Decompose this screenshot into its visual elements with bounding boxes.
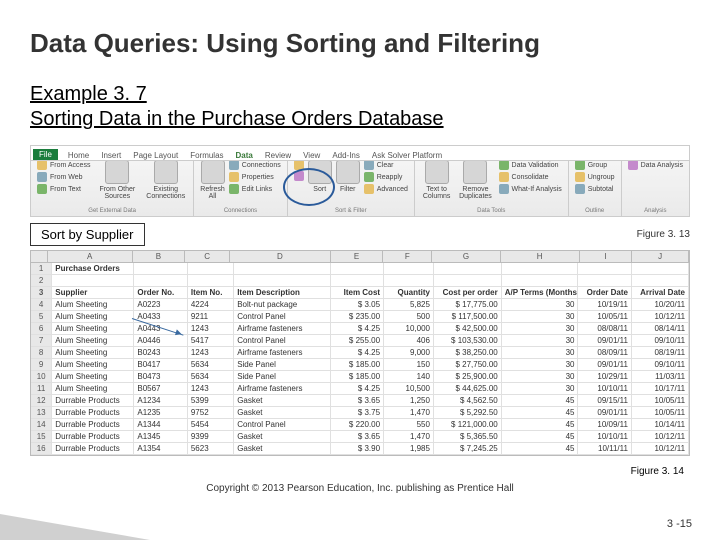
consolidate-icon xyxy=(499,172,509,182)
ribbon-tabs: File Home Insert Page Layout Formulas Da… xyxy=(31,146,689,161)
page-number: 3 -15 xyxy=(667,518,692,530)
tab-review[interactable]: Review xyxy=(265,151,291,160)
table-row[interactable]: 7Alum SheetingA04465417Control Panel$ 25… xyxy=(31,335,689,347)
validation-icon xyxy=(499,160,509,170)
group-icon xyxy=(575,160,585,170)
other-sources-icon xyxy=(105,160,129,184)
whatif-button[interactable]: What-If Analysis xyxy=(499,184,562,194)
access-icon xyxy=(37,160,47,170)
table-row[interactable]: 6Alum SheetingA04431243Airframe fastener… xyxy=(31,323,689,335)
slide-title: Data Queries: Using Sorting and Filterin… xyxy=(30,28,690,59)
tab-formulas[interactable]: Formulas xyxy=(190,151,223,160)
copyright: Copyright © 2013 Pearson Education, Inc.… xyxy=(30,483,690,494)
connections-icon xyxy=(229,160,239,170)
reapply-icon xyxy=(364,172,374,182)
tab-page-layout[interactable]: Page Layout xyxy=(133,151,178,160)
table-row[interactable]: 3SupplierOrder No.Item No.Item Descripti… xyxy=(31,287,689,299)
spreadsheet: AB CD EF GH IJ 1Purchase Orders 2 3Suppl… xyxy=(30,250,690,456)
column-headers: AB CD EF GH IJ xyxy=(31,251,689,263)
table-row[interactable]: 16Durrable ProductsA13545623Gasket$ 3.90… xyxy=(31,443,689,455)
from-other-button[interactable]: From Other Sources xyxy=(96,160,138,200)
whatif-icon xyxy=(499,184,509,194)
table-row[interactable]: 4Alum SheetingA02234224Bolt-nut package$… xyxy=(31,299,689,311)
filter-button[interactable]: Filter xyxy=(336,160,360,194)
table-row[interactable]: 2 xyxy=(31,275,689,287)
tab-addins[interactable]: Add-Ins xyxy=(332,151,360,160)
tab-data[interactable]: Data xyxy=(236,151,253,160)
reapply-button[interactable]: Reapply xyxy=(364,172,408,182)
table-row[interactable]: 1Purchase Orders xyxy=(31,263,689,275)
properties-button[interactable]: Properties xyxy=(229,172,281,182)
connections-button[interactable]: Connections xyxy=(229,160,281,170)
sort-icon xyxy=(308,160,332,184)
analysis-icon xyxy=(628,160,638,170)
sort-button[interactable]: Sort xyxy=(308,160,332,194)
from-text-button[interactable]: From Text xyxy=(37,184,90,194)
existing-conn-icon xyxy=(154,160,178,184)
table-row[interactable]: 10Alum SheetingB04735634Side Panel$ 185.… xyxy=(31,371,689,383)
remove-dup-button[interactable]: Remove Duplicates xyxy=(456,160,494,200)
filter-icon xyxy=(336,160,360,184)
table-row[interactable]: 12Durrable ProductsA12345399Gasket$ 3.65… xyxy=(31,395,689,407)
dup-icon xyxy=(463,160,487,184)
ungroup-icon xyxy=(575,172,585,182)
sort-by-supplier-caption: Sort by Supplier xyxy=(30,223,145,246)
sort-asc-icon[interactable] xyxy=(294,160,304,170)
table-row[interactable]: 14Durrable ProductsA13445454Control Pane… xyxy=(31,419,689,431)
table-row[interactable]: 15Durrable ProductsA13459399Gasket$ 3.65… xyxy=(31,431,689,443)
group-button[interactable]: Group xyxy=(575,160,615,170)
excel-ribbon: File Home Insert Page Layout Formulas Da… xyxy=(30,145,690,217)
subtotal-icon xyxy=(575,184,585,194)
table-row[interactable]: 5Alum SheetingA04339211Control Panel$ 23… xyxy=(31,311,689,323)
data-analysis-button[interactable]: Data Analysis xyxy=(628,160,683,170)
table-row[interactable]: 11Alum SheetingB05671243Airframe fastene… xyxy=(31,383,689,395)
links-icon xyxy=(229,184,239,194)
example-subtitle: Sorting Data in the Purchase Orders Data… xyxy=(30,108,690,131)
refresh-icon xyxy=(201,160,225,184)
advanced-icon xyxy=(364,184,374,194)
from-web-button[interactable]: From Web xyxy=(37,172,90,182)
clear-icon xyxy=(364,160,374,170)
example-number: Example 3. 7 xyxy=(30,83,690,106)
sort-desc-icon[interactable] xyxy=(294,171,304,181)
properties-icon xyxy=(229,172,239,182)
table-row[interactable]: 9Alum SheetingB04175634Side Panel$ 185.0… xyxy=(31,359,689,371)
subtotal-button[interactable]: Subtotal xyxy=(575,184,615,194)
text-to-columns-button[interactable]: Text to Columns xyxy=(421,160,453,200)
figure-3-14-label: Figure 3. 14 xyxy=(30,466,684,477)
table-row[interactable]: 8Alum SheetingB02431243Airframe fastener… xyxy=(31,347,689,359)
web-icon xyxy=(37,172,47,182)
from-access-button[interactable]: From Access xyxy=(37,160,90,170)
tab-file[interactable]: File xyxy=(33,149,58,160)
edit-links-button[interactable]: Edit Links xyxy=(229,184,281,194)
data-validation-button[interactable]: Data Validation xyxy=(499,160,562,170)
ungroup-button[interactable]: Ungroup xyxy=(575,172,615,182)
tab-ask-solver[interactable]: Ask Solver Platform xyxy=(372,151,442,160)
advanced-button[interactable]: Advanced xyxy=(364,184,408,194)
tab-view[interactable]: View xyxy=(303,151,320,160)
decorative-triangle xyxy=(0,514,150,540)
tab-home[interactable]: Home xyxy=(68,151,89,160)
consolidate-button[interactable]: Consolidate xyxy=(499,172,562,182)
clear-button[interactable]: Clear xyxy=(364,160,408,170)
figure-3-13-label: Figure 3. 13 xyxy=(637,229,690,240)
existing-conn-button[interactable]: Existing Connections xyxy=(144,160,187,200)
ttc-icon xyxy=(425,160,449,184)
text-icon xyxy=(37,184,47,194)
table-row[interactable]: 13Durrable ProductsA12359752Gasket$ 3.75… xyxy=(31,407,689,419)
refresh-button[interactable]: Refresh All xyxy=(200,160,225,200)
tab-insert[interactable]: Insert xyxy=(101,151,121,160)
